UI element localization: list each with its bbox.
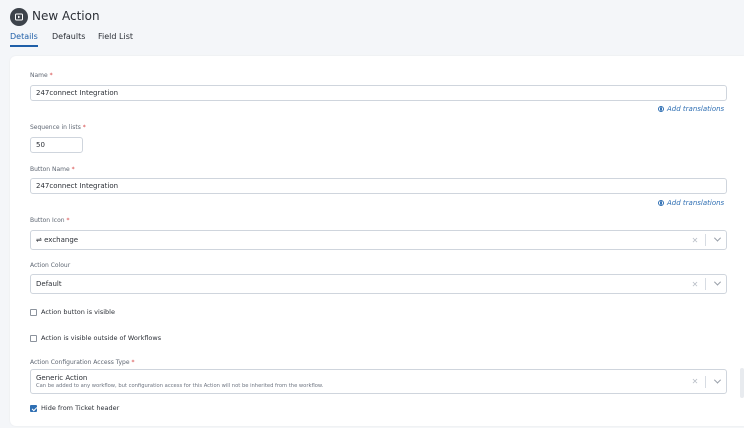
tab-details[interactable]: Details (10, 32, 38, 41)
action-colour-label: Action Colour (30, 262, 71, 269)
outside-workflows-checkbox[interactable] (30, 334, 37, 342)
chevron-down-icon[interactable] (710, 234, 724, 244)
details-form-card: Name * 247connect Integration Add transl… (10, 56, 744, 426)
exchange-icon: ⇌ (36, 236, 42, 244)
hide-header-checkbox-row[interactable]: Hide from Ticket header (30, 404, 119, 412)
page-title: New Action (32, 9, 100, 23)
access-type-label: Action Configuration Access Type * (30, 359, 135, 366)
globe-icon (658, 200, 664, 206)
tab-defaults[interactable]: Defaults (52, 32, 85, 41)
action-visible-label: Action button is visible (41, 308, 115, 316)
button-name-input[interactable]: 247connect Integration (30, 178, 727, 194)
sequence-label: Sequence in lists * (30, 124, 86, 131)
name-input[interactable]: 247connect Integration (30, 85, 727, 101)
select-divider (705, 278, 706, 290)
globe-icon (658, 106, 664, 112)
play-square-icon (10, 8, 28, 26)
outside-workflows-label: Action is visible outside of Workflows (41, 334, 162, 342)
clear-icon[interactable]: ✕ (689, 280, 701, 289)
button-name-add-translations-link[interactable]: Add translations (658, 199, 724, 207)
action-colour-select[interactable]: Default ✕ (30, 274, 727, 294)
select-divider (705, 234, 706, 246)
chevron-down-icon[interactable] (710, 278, 724, 288)
select-divider (705, 375, 706, 388)
name-add-translations-link[interactable]: Add translations (658, 105, 724, 113)
clear-icon[interactable]: ✕ (689, 236, 701, 245)
sequence-input[interactable]: 50 (30, 137, 83, 153)
outside-workflows-checkbox-row[interactable]: Action is visible outside of Workflows (30, 334, 161, 342)
clear-icon[interactable]: ✕ (689, 377, 701, 386)
name-label: Name * (30, 72, 53, 79)
access-type-description: Can be added to any workflow, but config… (36, 383, 324, 389)
hide-header-checkbox[interactable] (30, 404, 37, 412)
tab-field-list[interactable]: Field List (98, 32, 133, 41)
hide-header-label: Hide from Ticket header (41, 404, 120, 412)
access-type-value: Generic Action Can be added to any workf… (36, 374, 689, 389)
scrollbar[interactable] (740, 368, 744, 398)
chevron-down-icon[interactable] (710, 376, 724, 386)
button-icon-select[interactable]: ⇌ exchange ✕ (30, 230, 727, 250)
action-colour-value: Default (36, 280, 62, 288)
access-type-select[interactable]: Generic Action Can be added to any workf… (30, 369, 727, 394)
active-tab-indicator (10, 45, 38, 47)
action-visible-checkbox-row[interactable]: Action button is visible (30, 308, 115, 316)
button-icon-label: Button Icon * (30, 217, 70, 224)
button-name-label: Button Name * (30, 166, 75, 173)
button-icon-value: ⇌ exchange (36, 236, 79, 244)
action-visible-checkbox[interactable] (30, 308, 37, 316)
